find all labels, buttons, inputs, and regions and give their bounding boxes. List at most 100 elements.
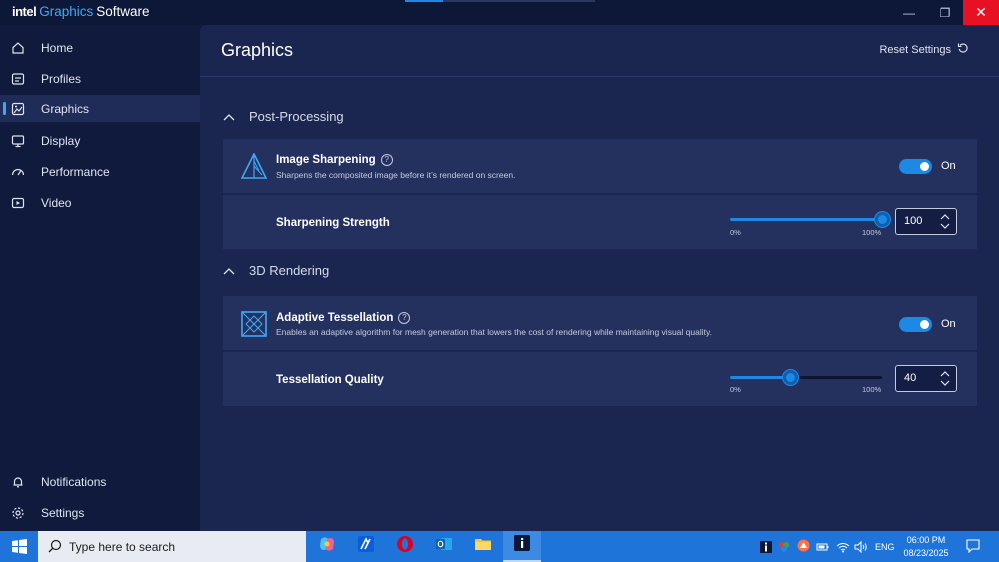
close-button[interactable]: ✕ — [963, 0, 999, 25]
sidebar-item-label: Graphics — [41, 101, 90, 116]
feature-description: Sharpens the composited image before it’… — [276, 170, 516, 180]
section-3d-rendering[interactable]: 3D Rendering — [222, 263, 329, 278]
performance-icon — [11, 165, 25, 179]
outlook-icon — [435, 535, 453, 558]
reset-icon — [957, 42, 969, 57]
brand-intel: intel — [12, 4, 37, 19]
gear-icon — [11, 506, 25, 520]
help-icon[interactable]: ? — [380, 154, 393, 166]
sidebar-item-video[interactable]: Video — [0, 189, 200, 216]
tessellation-quality-slider[interactable] — [730, 370, 882, 385]
tessellation-quality-row: Tessellation Quality 0% 100% 40 — [223, 352, 977, 406]
language-indicator[interactable]: ENG — [875, 542, 895, 552]
slider-max-label: 100% — [862, 385, 882, 394]
intel-graphics-icon — [513, 534, 531, 557]
drag-region[interactable] — [405, 0, 595, 2]
feature-title-text: Adaptive Tessellation — [276, 312, 394, 324]
sidebar-item-settings[interactable]: Settings — [0, 499, 200, 526]
stepper-arrows-icon[interactable] — [940, 213, 950, 230]
sidebar-item-home[interactable]: Home — [0, 34, 200, 61]
sidebar-item-display[interactable]: Display — [0, 127, 200, 154]
sharpening-icon — [240, 152, 268, 179]
sidebar-item-graphics[interactable]: Graphics — [0, 95, 200, 122]
taskbar-app-outlook[interactable] — [425, 531, 463, 562]
taskbar-app-copilot[interactable] — [308, 531, 346, 562]
drag-indicator — [405, 0, 443, 2]
app-tray-icon[interactable] — [797, 539, 810, 557]
sharpening-strength-stepper[interactable]: 100 — [895, 208, 957, 235]
image-sharpening-card: Image Sharpening? Sharpens the composite… — [223, 139, 977, 193]
arc-icon — [357, 535, 375, 558]
brand-graphics: Graphics — [39, 4, 94, 19]
minimize-button[interactable]: — — [891, 0, 927, 25]
battery-icon[interactable] — [816, 540, 830, 558]
taskbar-clock[interactable]: 06:00 PM 08/23/2025 — [896, 534, 956, 560]
slider-fill — [730, 376, 791, 379]
feature-title: Image Sharpening? — [276, 154, 393, 166]
sidebar-item-label: Video — [41, 195, 72, 210]
taskbar-app-opera[interactable] — [386, 531, 424, 562]
slider-thumb[interactable] — [783, 370, 799, 385]
adaptive-tessellation-card: Adaptive Tessellation? Enables an adapti… — [223, 296, 977, 350]
slider-min-label: 0% — [730, 228, 741, 237]
page-header: Graphics Reset Settings — [200, 25, 999, 77]
section-post-processing[interactable]: Post-Processing — [222, 109, 344, 124]
taskbar-app-intel-graphics[interactable] — [503, 531, 541, 562]
sharpening-strength-row: Sharpening Strength 0% 100% 100 — [223, 195, 977, 249]
folder-icon — [474, 535, 492, 558]
sidebar-item-label: Display — [41, 133, 81, 148]
tessellation-icon — [241, 311, 267, 337]
slider-min-label: 0% — [730, 385, 741, 394]
title-bar: intel Graphics Software — ❐ ✕ — [0, 0, 999, 25]
toggle-state-label: On — [941, 160, 956, 172]
sidebar: Home Profiles Graphics Display Performan… — [0, 25, 200, 531]
reset-settings-button[interactable]: Reset Settings — [879, 42, 969, 57]
section-title: 3D Rendering — [249, 263, 330, 278]
brand-software: Software — [96, 4, 150, 19]
slider-max-label: 100% — [862, 228, 882, 237]
taskbar-search[interactable]: Type here to search — [38, 531, 306, 562]
opera-icon — [396, 535, 414, 558]
sharpening-strength-slider[interactable] — [730, 212, 890, 227]
intel-tray-icon[interactable] — [760, 540, 772, 558]
sidebar-item-label: Performance — [41, 164, 110, 179]
profiles-icon — [11, 72, 25, 86]
clock-date: 08/23/2025 — [903, 548, 949, 558]
image-sharpening-toggle[interactable] — [899, 159, 932, 174]
stepper-arrows-icon[interactable] — [940, 370, 950, 387]
feature-description: Enables an adaptive algorithm for mesh g… — [276, 327, 712, 337]
sidebar-item-performance[interactable]: Performance — [0, 158, 200, 185]
tessellation-quality-stepper[interactable]: 40 — [895, 365, 957, 392]
stepper-value: 100 — [904, 215, 923, 227]
setting-label: Sharpening Strength — [276, 217, 390, 229]
maximize-button[interactable]: ❐ — [927, 0, 963, 25]
bell-icon — [11, 475, 25, 489]
notification-center-icon[interactable] — [966, 539, 980, 558]
taskbar-app-arc[interactable] — [347, 531, 385, 562]
setting-label: Tessellation Quality — [276, 374, 384, 386]
display-icon — [11, 134, 25, 148]
chevron-up-icon — [222, 264, 236, 278]
sidebar-item-label: Profiles — [41, 71, 82, 86]
search-placeholder: Type here to search — [69, 540, 176, 554]
clock-time: 06:00 PM — [906, 535, 946, 545]
toggle-state-label: On — [941, 318, 956, 330]
main-panel: Graphics Reset Settings Post-Processing … — [200, 25, 999, 531]
adaptive-tessellation-toggle[interactable] — [899, 317, 932, 332]
chevron-up-icon — [222, 110, 236, 124]
toggle-knob — [920, 320, 929, 329]
page-title: Graphics — [221, 40, 294, 60]
sidebar-item-label: Notifications — [41, 474, 107, 489]
help-icon[interactable]: ? — [398, 312, 411, 324]
wifi-icon[interactable] — [836, 540, 850, 558]
start-button[interactable] — [0, 531, 38, 562]
sidebar-item-label: Settings — [41, 505, 85, 520]
sidebar-item-profiles[interactable]: Profiles — [0, 65, 200, 92]
taskbar-app-file-explorer[interactable] — [464, 531, 502, 562]
search-icon — [48, 539, 62, 558]
color-tray-icon[interactable] — [778, 540, 790, 558]
volume-icon[interactable] — [854, 540, 868, 558]
app-brand: intel Graphics Software — [12, 4, 150, 19]
slider-thumb[interactable] — [874, 212, 890, 227]
sidebar-item-notifications[interactable]: Notifications — [0, 468, 200, 495]
